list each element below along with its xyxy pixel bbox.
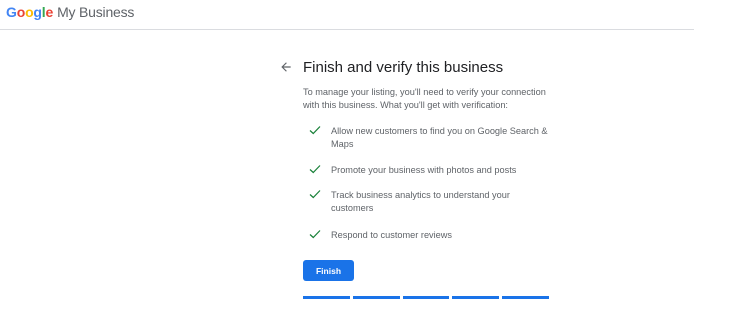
page: Google My Business Finish and verify this… <box>0 0 753 331</box>
progress-step <box>352 296 400 299</box>
google-my-business-logo[interactable]: Google My Business <box>6 4 134 20</box>
page-title: Finish and verify this business <box>303 59 504 76</box>
arrow-back-icon[interactable] <box>279 60 293 74</box>
progress-step <box>502 296 549 299</box>
check-icon <box>309 230 321 239</box>
intro-text: To manage your listing, you'll need to v… <box>303 87 546 110</box>
finish-button[interactable]: Finish <box>303 260 354 281</box>
google-wordmark: Google <box>6 4 54 20</box>
product-name: My Business <box>57 4 135 20</box>
progress-step <box>303 296 350 299</box>
progress-step <box>402 296 450 299</box>
benefit-text: Track business analytics to understand y… <box>331 190 510 213</box>
check-icon <box>309 165 321 174</box>
benefit-text: Allow new customers to find you on Googl… <box>331 126 548 149</box>
benefit-text: Promote your business with photos and po… <box>331 165 517 175</box>
check-icon <box>309 190 321 199</box>
step-progress-bar <box>303 296 549 299</box>
benefit-text: Respond to customer reviews <box>331 230 453 240</box>
check-icon <box>309 126 321 135</box>
app-header: Google My Business <box>0 0 694 30</box>
progress-step <box>452 296 500 299</box>
